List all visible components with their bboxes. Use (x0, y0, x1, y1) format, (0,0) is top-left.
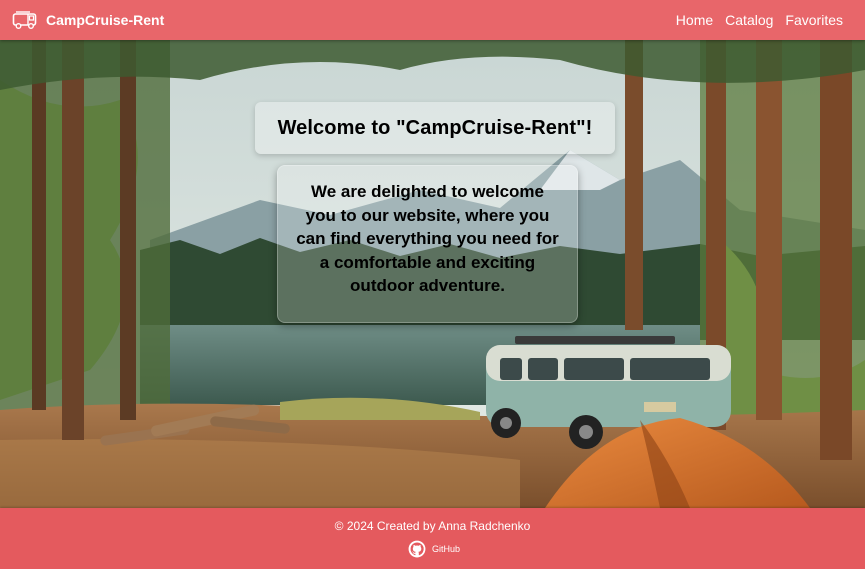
nav-home[interactable]: Home (676, 12, 713, 28)
github-link[interactable]: GitHub (408, 539, 460, 559)
welcome-title-card: Welcome to "CampCruise-Rent"! (255, 102, 615, 154)
footer: © 2024 Created by Anna Radchenko GitHub (0, 508, 865, 569)
copyright-text: © 2024 Created by Anna Radchenko (334, 519, 531, 533)
brand-name: CampCruise-Rent (46, 12, 165, 28)
main-nav: Home Catalog Favorites (676, 0, 843, 40)
welcome-message-card: We are delighted to welcome you to our w… (277, 165, 578, 323)
welcome-title: Welcome to "CampCruise-Rent"! (277, 116, 593, 139)
welcome-message: We are delighted to welcome you to our w… (296, 182, 559, 295)
nav-favorites[interactable]: Favorites (785, 12, 843, 28)
github-label: GitHub (432, 544, 461, 554)
camper-van-icon (12, 11, 37, 29)
github-icon (408, 540, 426, 558)
nav-catalog[interactable]: Catalog (725, 12, 773, 28)
top-navbar: CampCruise-Rent Home Catalog Favorites (0, 0, 865, 40)
app-frame: CampCruise-Rent Home Catalog Favorites W… (0, 0, 865, 569)
brand-link[interactable]: CampCruise-Rent (12, 8, 164, 32)
